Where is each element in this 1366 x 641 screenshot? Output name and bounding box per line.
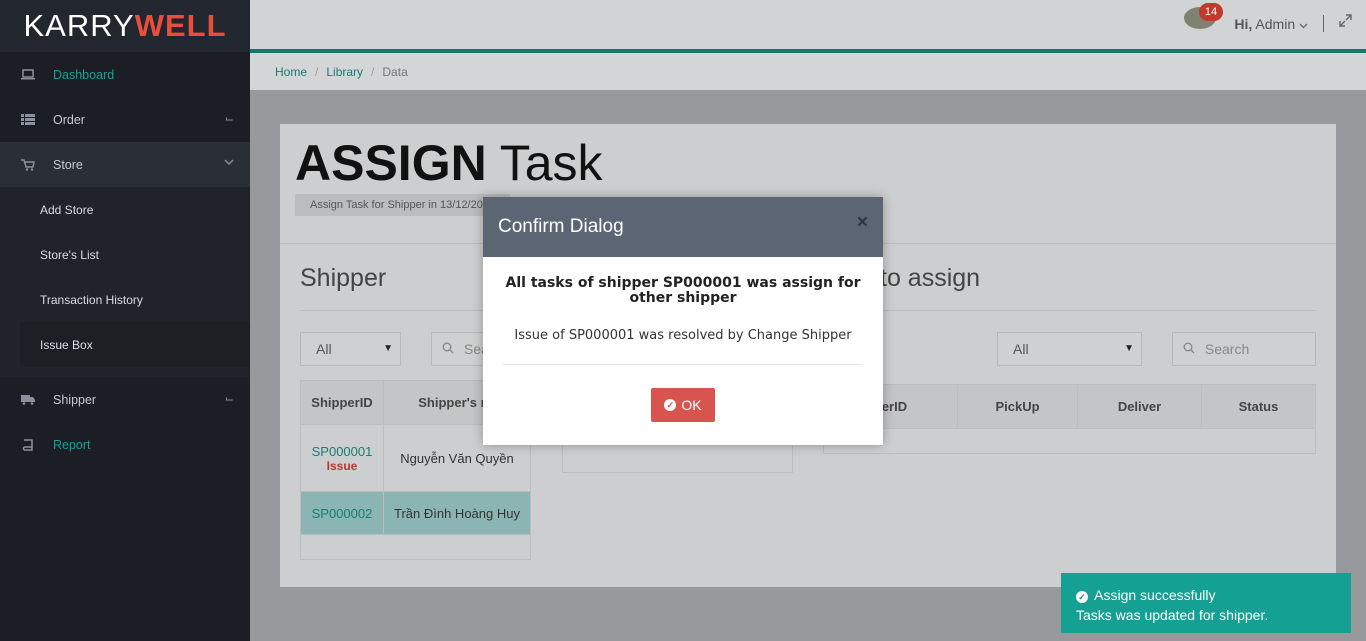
shipper-id[interactable]: SP000002	[312, 506, 373, 521]
sidebar-item-order[interactable]: Order ⌙	[0, 97, 250, 142]
table-cell: Trần Đình Hoàng Huy	[383, 491, 531, 535]
shipper-section-title: Shipper	[300, 264, 387, 292]
sidebar-item-label: Order	[53, 112, 85, 127]
column-header[interactable]: Deliver	[1077, 384, 1202, 429]
check-circle-icon: ✓	[1076, 591, 1088, 603]
task-table: derID PickUp Deliver Status	[823, 384, 1316, 454]
divider	[823, 310, 1316, 311]
sidebar-item-dashboard[interactable]: Dashboard	[0, 52, 250, 97]
top-bar: 14 Hi, Admin	[250, 0, 1366, 49]
user-menu[interactable]: Hi, Admin	[1234, 16, 1308, 32]
chevron-left-icon: ⌙	[224, 393, 234, 405]
chevron-down-icon	[224, 157, 234, 169]
dialog-header: Confirm Dialog ×	[483, 197, 883, 257]
greeting: Hi,	[1234, 16, 1253, 32]
select-value: All	[1013, 341, 1029, 357]
sidebar-item-label: Dashboard	[53, 67, 115, 82]
expand-icon[interactable]	[1339, 14, 1352, 30]
subitem-label: Issue Box	[40, 337, 93, 352]
page-title-rest: Task	[499, 135, 603, 191]
truck-icon	[20, 394, 36, 406]
sidebar-item-label: Report	[53, 437, 91, 452]
divider	[503, 364, 863, 365]
column-header[interactable]: Status	[1201, 384, 1316, 429]
cart-icon	[20, 158, 36, 171]
breadcrumb-separator: /	[371, 64, 375, 79]
book-icon	[20, 438, 36, 451]
chevron-left-icon: ⌙	[224, 113, 234, 125]
ok-button-label: OK	[681, 397, 702, 413]
dialog-body: All tasks of shipper SP000001 was assign…	[483, 257, 883, 365]
subitem-label: Store's List	[40, 247, 99, 262]
search-placeholder: Search	[1204, 341, 1250, 357]
table-row	[823, 428, 1316, 454]
breadcrumb-current: Data	[382, 64, 408, 79]
sidebar-subitem-add-store[interactable]: Add Store	[0, 187, 250, 232]
search-icon	[442, 341, 458, 357]
sidebar-item-label: Shipper	[53, 392, 97, 407]
chevron-down-icon	[1299, 16, 1308, 32]
shipper-id[interactable]: SP000001	[301, 444, 383, 459]
sidebar-item-shipper[interactable]: Shipper ⌙	[0, 377, 250, 422]
toast-title-row: ✓ Assign successfully	[1076, 585, 1336, 605]
breadcrumb-separator: /	[315, 64, 319, 79]
user-name: Admin	[1255, 16, 1296, 32]
column-header[interactable]: ShipperID	[300, 380, 384, 425]
confirm-dialog: Confirm Dialog × All tasks of shipper SP…	[483, 197, 883, 445]
table-header-row: derID PickUp Deliver Status	[823, 384, 1316, 429]
breadcrumb-home[interactable]: Home	[275, 65, 307, 79]
toast-message: Tasks was updated for shipper.	[1076, 607, 1269, 623]
divider	[1323, 15, 1324, 32]
dialog-message: Issue of SP000001 was resolved by Change…	[514, 328, 852, 343]
subitem-label: Transaction History	[40, 292, 143, 307]
issue-label: Issue	[326, 458, 358, 473]
task-filter-select[interactable]: All ▼	[997, 332, 1142, 366]
laptop-icon	[20, 69, 36, 81]
select-value: All	[316, 341, 332, 357]
shipper-filter-select[interactable]: All ▼	[300, 332, 401, 366]
store-submenu: Add Store Store's List Transaction Histo…	[0, 187, 250, 377]
sidebar-item-label: Store	[53, 157, 83, 172]
page-subtitle: Assign Task for Shipper in 13/12/20	[295, 194, 510, 216]
breadcrumb: Home / Library / Data	[250, 53, 1366, 90]
page-title: ASSIGN Task	[295, 134, 603, 192]
table-cell	[823, 428, 1316, 454]
close-icon[interactable]: ×	[857, 212, 868, 234]
tasks-section-title: to assign	[880, 264, 981, 292]
dialog-heading: All tasks of shipper SP000001 was assign…	[505, 275, 861, 306]
list-icon	[20, 114, 36, 126]
dropdown-arrow-icon: ▼	[1124, 343, 1134, 354]
sidebar-item-store[interactable]: Store	[0, 142, 250, 187]
toast-title: Assign successfully	[1094, 587, 1216, 603]
notification-badge[interactable]: 14	[1199, 3, 1223, 21]
subitem-label: Add Store	[40, 202, 94, 217]
table-row	[300, 534, 531, 560]
breadcrumb-library[interactable]: Library	[326, 65, 363, 79]
column-header[interactable]: PickUp	[957, 384, 1078, 429]
table-cell: SP000001 Issue	[300, 424, 384, 492]
table-row[interactable]: SP000002 Trần Đình Hoàng Huy	[300, 491, 531, 535]
ok-button[interactable]: ✓ OK	[651, 388, 715, 422]
task-search-input[interactable]: Search	[1172, 332, 1316, 366]
success-toast[interactable]: ✓ Assign successfully Tasks was updated …	[1061, 573, 1351, 633]
sidebar-subitem-issue-box[interactable]: Issue Box	[20, 322, 250, 367]
app-logo[interactable]: KARRY WELL	[0, 0, 250, 52]
sidebar-subitem-transaction-history[interactable]: Transaction History	[0, 277, 250, 322]
middle-box	[562, 444, 793, 473]
sidebar-subitem-store-list[interactable]: Store's List	[0, 232, 250, 277]
search-icon	[1183, 341, 1199, 357]
check-circle-icon: ✓	[664, 399, 677, 411]
table-cell	[300, 534, 531, 560]
shipper-search-input[interactable]: Sea	[431, 332, 491, 366]
dropdown-arrow-icon: ▼	[383, 343, 393, 354]
logo-part2: WELL	[134, 8, 227, 43]
sidebar: KARRY WELL Dashboard Order ⌙ Store Add St…	[0, 0, 250, 641]
table-cell: SP000002	[300, 491, 384, 535]
sidebar-item-report[interactable]: Report	[0, 422, 250, 467]
dialog-title: Confirm Dialog	[498, 216, 624, 237]
logo-part1: KARRY	[23, 8, 135, 43]
page-title-bold: ASSIGN	[295, 135, 487, 191]
